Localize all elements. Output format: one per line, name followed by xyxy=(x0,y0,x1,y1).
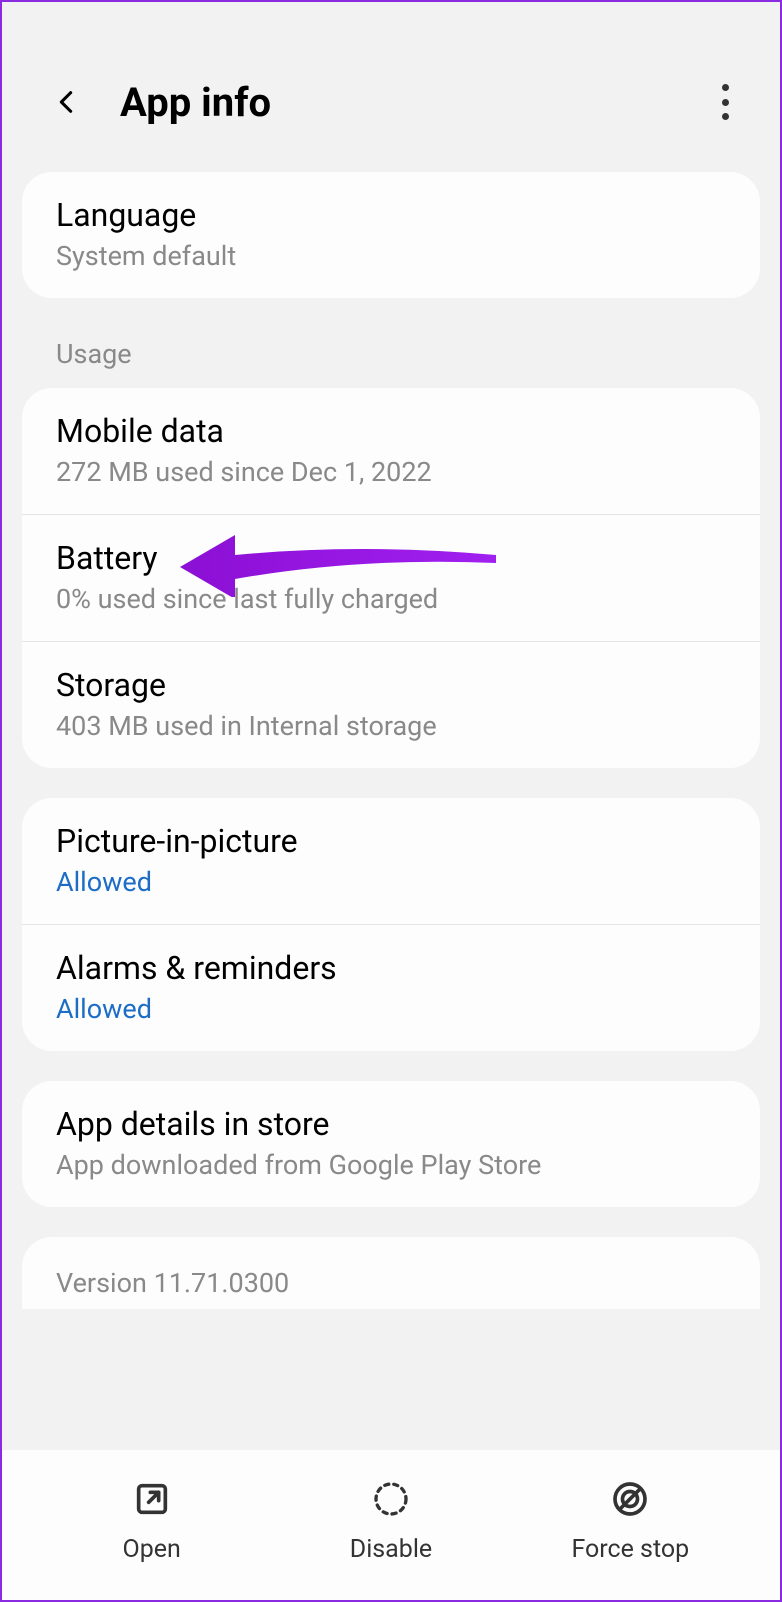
language-title: Language xyxy=(56,196,726,234)
pip-item[interactable]: Picture-in-picture Allowed xyxy=(22,798,760,924)
force-stop-button[interactable]: Force stop xyxy=(511,1477,750,1564)
pip-title: Picture-in-picture xyxy=(56,822,726,860)
battery-title: Battery xyxy=(56,539,726,577)
pip-status: Allowed xyxy=(56,866,726,898)
force-stop-label: Force stop xyxy=(571,1535,689,1564)
back-icon[interactable] xyxy=(52,88,80,116)
usage-card: Mobile data 272 MB used since Dec 1, 202… xyxy=(22,388,760,768)
language-value: System default xyxy=(56,240,726,272)
usage-section-label: Usage xyxy=(2,328,780,388)
version-text: Version 11.71.0300 xyxy=(56,1267,726,1299)
disable-button[interactable]: Disable xyxy=(271,1477,510,1564)
disable-label: Disable xyxy=(350,1535,432,1564)
storage-subtitle: 403 MB used in Internal storage xyxy=(56,710,726,742)
app-details-title: App details in store xyxy=(56,1105,726,1143)
page-title: App info xyxy=(120,79,710,126)
force-stop-icon xyxy=(608,1477,652,1521)
app-details-subtitle: App downloaded from Google Play Store xyxy=(56,1149,726,1181)
permissions-card: Picture-in-picture Allowed Alarms & remi… xyxy=(22,798,760,1051)
bottom-action-bar: Open Disable Force stop xyxy=(2,1450,780,1600)
alarms-status: Allowed xyxy=(56,993,726,1025)
open-icon xyxy=(130,1477,174,1521)
mobile-data-item[interactable]: Mobile data 272 MB used since Dec 1, 202… xyxy=(22,388,760,514)
more-icon[interactable] xyxy=(710,82,740,122)
alarms-item[interactable]: Alarms & reminders Allowed xyxy=(22,924,760,1051)
storage-item[interactable]: Storage 403 MB used in Internal storage xyxy=(22,641,760,768)
version-card: Version 11.71.0300 xyxy=(22,1237,760,1309)
mobile-data-subtitle: 272 MB used since Dec 1, 2022 xyxy=(56,456,726,488)
battery-subtitle: 0% used since last fully charged xyxy=(56,583,726,615)
alarms-title: Alarms & reminders xyxy=(56,949,726,987)
open-label: Open xyxy=(123,1535,181,1564)
app-details-item[interactable]: App details in store App downloaded from… xyxy=(22,1081,760,1207)
open-button[interactable]: Open xyxy=(32,1477,271,1564)
disable-icon xyxy=(369,1477,413,1521)
language-item[interactable]: Language System default xyxy=(22,172,760,298)
mobile-data-title: Mobile data xyxy=(56,412,726,450)
battery-item[interactable]: Battery 0% used since last fully charged xyxy=(22,514,760,641)
language-card: Language System default xyxy=(22,172,760,298)
storage-title: Storage xyxy=(56,666,726,704)
store-card: App details in store App downloaded from… xyxy=(22,1081,760,1207)
app-bar: App info xyxy=(2,2,780,172)
